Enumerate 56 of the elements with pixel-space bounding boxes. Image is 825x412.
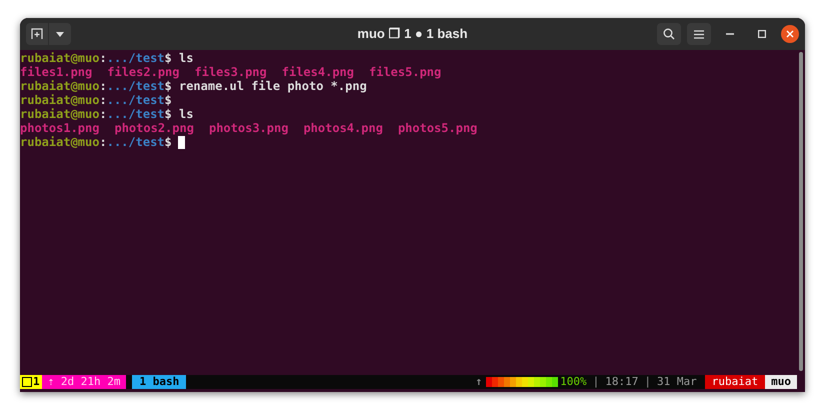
prompt-separator: : bbox=[99, 78, 107, 95]
prompt-user: rubaiat@muo bbox=[20, 92, 100, 108]
file-name: files1.png bbox=[20, 64, 92, 80]
square-icon bbox=[22, 377, 32, 387]
prompt-user: rubaiat@muo bbox=[20, 50, 100, 66]
file-name: files3.png bbox=[194, 64, 267, 80]
close-icon bbox=[786, 30, 794, 38]
search-icon bbox=[663, 28, 675, 40]
host-name: muo bbox=[765, 375, 797, 389]
divider: | bbox=[592, 374, 600, 390]
dropdown-button[interactable] bbox=[49, 23, 71, 45]
uptime: ⇡ 2d 21h 2m bbox=[42, 375, 126, 389]
date: 31 Mar bbox=[657, 374, 697, 390]
new-tab-button[interactable] bbox=[26, 23, 48, 45]
window-title: muo ❐ 1 ● 1 bash bbox=[357, 25, 468, 44]
search-button[interactable] bbox=[657, 23, 681, 45]
prompt-separator: : bbox=[99, 106, 107, 123]
file-name: files2.png bbox=[107, 64, 180, 80]
prompt-path: .../test bbox=[106, 78, 165, 95]
command-text: $ bbox=[164, 92, 172, 108]
command-text: $ ls bbox=[164, 106, 194, 122]
prompt-path: .../test bbox=[106, 134, 165, 151]
file-name: photos1.png bbox=[20, 120, 100, 136]
prompt-user: rubaiat@muo bbox=[20, 106, 100, 122]
new-tab-icon bbox=[31, 28, 43, 40]
command-text: $ ls bbox=[164, 50, 194, 66]
file-name: photos5.png bbox=[398, 120, 478, 137]
prompt-separator: : bbox=[99, 92, 107, 109]
command-text: $ bbox=[164, 134, 172, 151]
file-name: photos3.png bbox=[208, 120, 288, 137]
menu-icon bbox=[694, 30, 704, 38]
battery-percent: 100% bbox=[560, 374, 587, 390]
file-name: photos2.png bbox=[114, 120, 194, 136]
minimize-icon bbox=[726, 33, 734, 35]
clock-time: 18:17 bbox=[605, 374, 638, 390]
prompt-separator: : bbox=[99, 50, 107, 67]
upload-arrow: ↑ bbox=[476, 374, 482, 390]
close-button[interactable] bbox=[781, 25, 799, 43]
user-name: rubaiat bbox=[704, 375, 766, 389]
scrollbar[interactable] bbox=[799, 52, 803, 371]
window-tab[interactable]: 1 bash bbox=[132, 375, 186, 389]
prompt-user: rubaiat@muo bbox=[20, 134, 100, 151]
divider: | bbox=[644, 374, 652, 390]
prompt-path: .../test bbox=[106, 106, 165, 122]
menu-button[interactable] bbox=[687, 23, 711, 45]
file-name: files5.png bbox=[369, 64, 442, 81]
file-name: photos4.png bbox=[303, 120, 383, 137]
prompt-path: .../test bbox=[106, 50, 165, 66]
caret-icon bbox=[56, 32, 64, 36]
command-text: $ rename.ul file photo *.png bbox=[164, 78, 367, 94]
prompt-path: .../test bbox=[106, 92, 165, 109]
prompt-user: rubaiat@muo bbox=[20, 78, 100, 94]
file-name: files4.png bbox=[282, 64, 354, 80]
prompt-separator: : bbox=[99, 134, 107, 151]
maximize-icon bbox=[758, 30, 766, 38]
session-number: 1 bbox=[33, 374, 40, 390]
